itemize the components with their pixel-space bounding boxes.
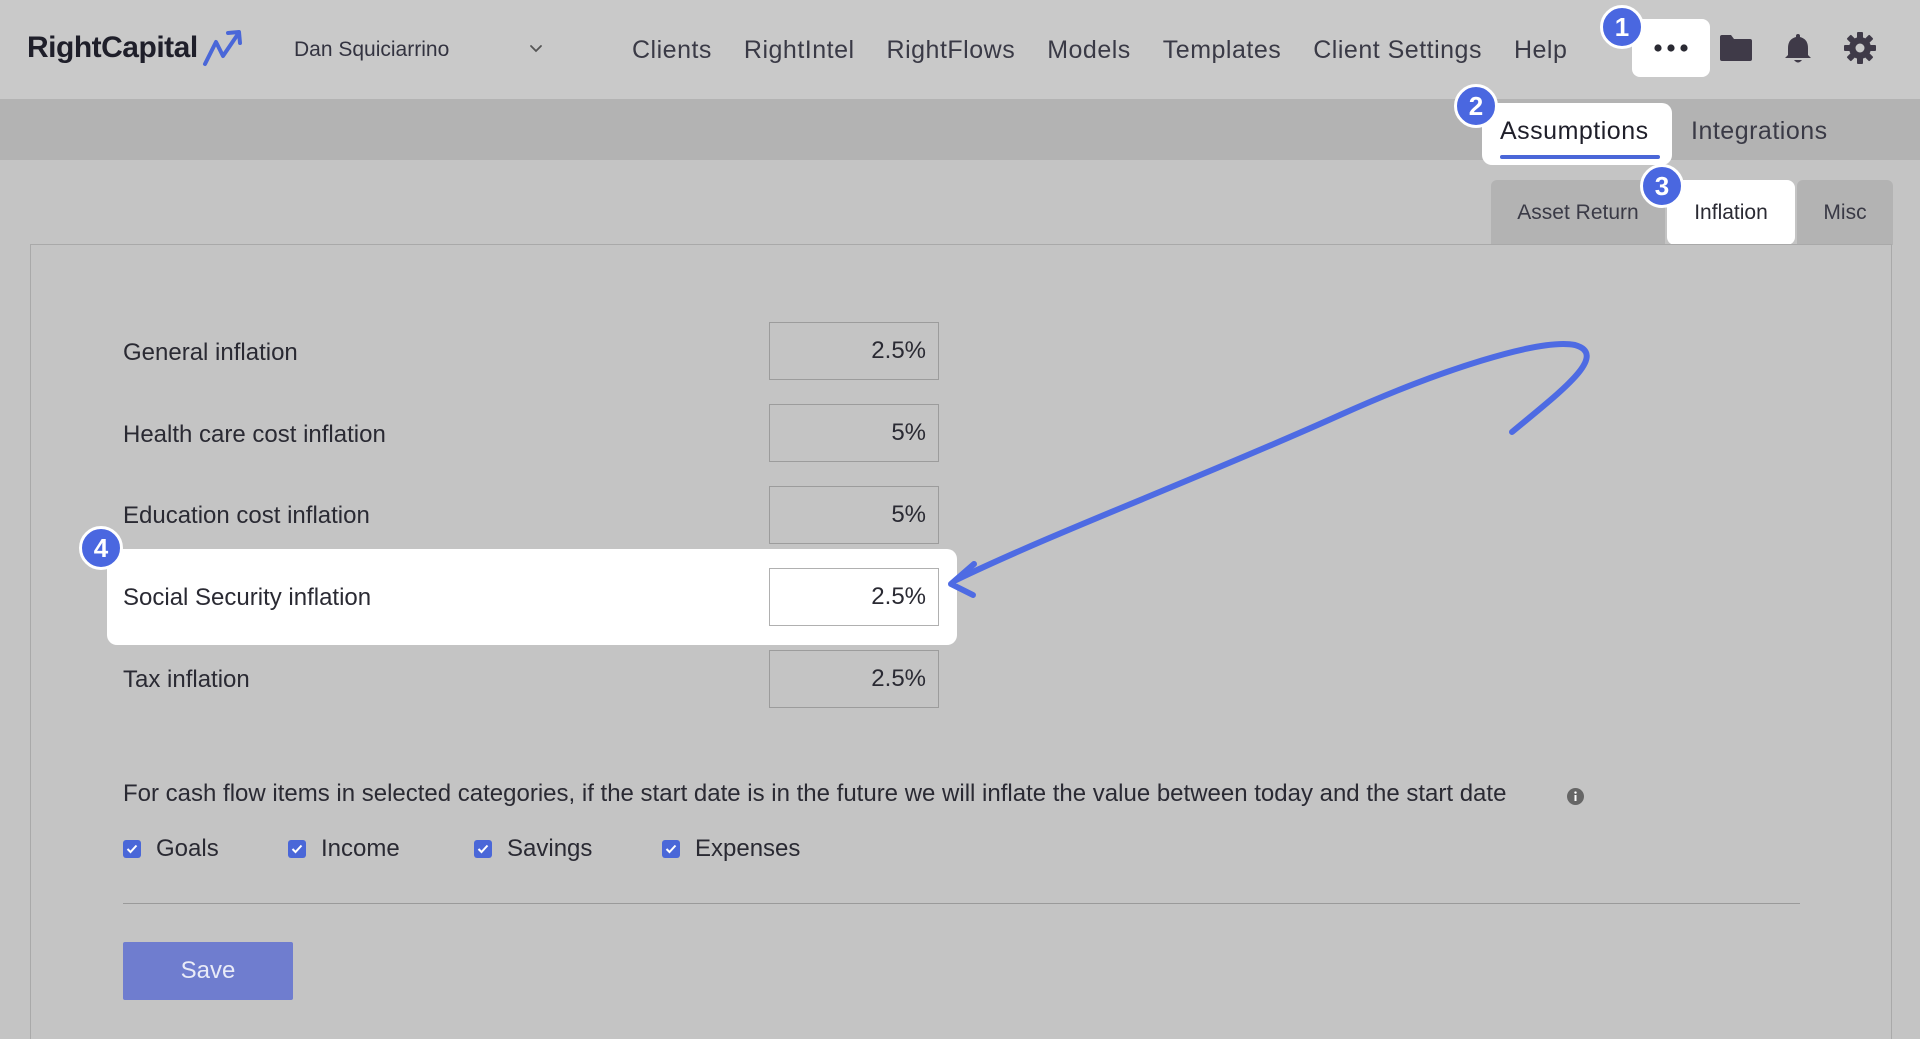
step-badge-4: 4 (79, 526, 123, 570)
annotation-arrow (948, 341, 1590, 598)
step-badge-2: 2 (1454, 84, 1498, 128)
step-badge-1: 1 (1600, 5, 1644, 49)
step-badge-3: 3 (1640, 164, 1684, 208)
